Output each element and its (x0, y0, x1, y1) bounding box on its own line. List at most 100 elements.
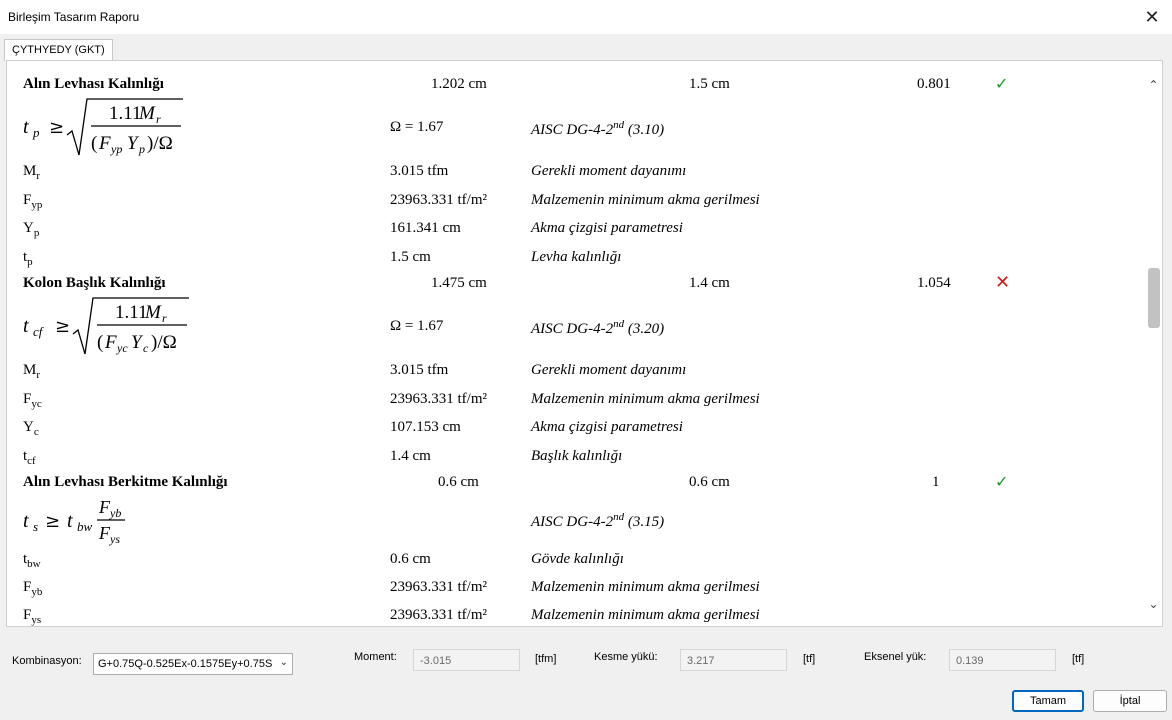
svg-text:p: p (32, 125, 40, 140)
title-bar: Birleşim Tasarım Raporu ✕ (0, 0, 1172, 34)
moment-field[interactable]: -3.015 (413, 649, 520, 671)
svg-text:t: t (67, 510, 73, 532)
section-title: Alın Levhası Berkitme Kalınlığı (23, 474, 228, 490)
param-value: 3.015 tfm (390, 163, 449, 179)
vertical-scrollbar[interactable]: ⌃ ⌄ (1145, 61, 1162, 626)
param-desc: Akma çizgisi parametresi (531, 220, 683, 236)
param-symbol: Fyc (23, 391, 42, 410)
omega-value: Ω = 1.67 (390, 318, 444, 334)
param-symbol: Fys (23, 607, 42, 626)
param-desc: Başlık kalınlığı (531, 448, 623, 464)
omega-value: Ω = 1.67 (390, 119, 444, 135)
scroll-thumb[interactable] (1148, 268, 1160, 328)
param-desc: Malzemenin minimum akma gerilmesi (531, 607, 760, 623)
moment-label: Moment: (354, 651, 397, 663)
param-symbol: Yp (23, 220, 40, 239)
param-value: 23963.331 tf/m² (390, 579, 487, 595)
svg-text:bw: bw (77, 519, 93, 534)
formula-row: t s ≥ t bw F yb F ys AISC DG-4-2nd (3.15… (7, 493, 1147, 549)
svg-text:t: t (23, 510, 29, 532)
scroll-down-icon[interactable]: ⌄ (1145, 594, 1162, 614)
formula-tp: t p ≥ 1.11 M r ( F yp Y p )/Ω (23, 98, 183, 156)
footer-panel: Kombinasyon: G+0.75Q-0.525Ex-0.1575Ey+0.… (0, 628, 1172, 720)
param-desc: Malzemenin minimum akma gerilmesi (531, 192, 760, 208)
param-symbol: tcf (23, 448, 36, 467)
svg-text:≥: ≥ (55, 316, 70, 337)
shear-unit: [tf] (803, 653, 816, 665)
check-icon: ✓ (995, 472, 1009, 491)
param-desc: Malzemenin minimum akma gerilmesi (531, 579, 760, 595)
required-value: 0.6 cm (438, 474, 479, 490)
ratio-value: 1.054 (917, 275, 951, 291)
param-value: 3.015 tfm (390, 362, 449, 378)
svg-text:≥: ≥ (45, 511, 60, 532)
param-value: 23963.331 tf/m² (390, 607, 487, 623)
chevron-down-icon: ⌄ (279, 657, 288, 668)
scroll-up-icon[interactable]: ⌃ (1145, 75, 1162, 95)
formula-row: t p ≥ 1.11 M r ( F yp Y p )/Ω Ω = 1.67 A… (7, 97, 1147, 159)
param-desc: Malzemenin minimum akma gerilmesi (531, 391, 760, 407)
param-value: 107.153 cm (390, 419, 461, 435)
svg-text:cf: cf (33, 324, 45, 339)
svg-text:M: M (144, 302, 162, 323)
section-title: Alın Levhası Kalınlığı (23, 76, 164, 92)
section-title: Kolon Başlık Kalınlığı (23, 275, 166, 291)
param-desc: Gövde kalınlığı (531, 551, 624, 567)
param-value: 1.4 cm (390, 448, 431, 464)
formula-ts: t s ≥ t bw F yb F ys (23, 497, 125, 546)
svg-text:c: c (143, 341, 149, 355)
svg-text:F: F (98, 133, 111, 154)
param-value: 23963.331 tf/m² (390, 391, 487, 407)
svg-text:1.11: 1.11 (115, 302, 148, 323)
moment-unit: [tfm] (535, 653, 557, 665)
svg-text:1.11: 1.11 (109, 103, 142, 124)
svg-text:yp: yp (110, 142, 122, 156)
param-desc: Levha kalınlığı (531, 249, 622, 265)
cancel-button[interactable]: İptal (1093, 690, 1167, 712)
param-symbol: Mr (23, 362, 41, 381)
param-desc: Gerekli moment dayanımı (531, 163, 687, 179)
report-panel[interactable]: Alın Levhası Kalınlığı 1.202 cm 1.5 cm 0… (6, 60, 1163, 627)
check-icon: ✓ (995, 74, 1009, 93)
shear-label: Kesme yükü: (594, 651, 658, 663)
param-desc: Akma çizgisi parametresi (531, 419, 683, 435)
report-content: Alın Levhası Kalınlığı 1.202 cm 1.5 cm 0… (7, 61, 1147, 626)
clipped-row (7, 61, 1147, 65)
svg-text:)/Ω: )/Ω (147, 133, 173, 154)
combination-label: Kombinasyon: (12, 655, 82, 667)
window-title: Birleşim Tasarım Raporu (8, 10, 140, 24)
axial-field[interactable]: 0.139 (949, 649, 1056, 671)
svg-text:t: t (23, 315, 29, 337)
formula-row: t cf ≥ 1.11 M r ( F yc Y c )/Ω Ω = 1.67 … (7, 296, 1147, 358)
svg-text:ys: ys (109, 532, 120, 546)
svg-text:(: ( (91, 133, 97, 154)
param-symbol: tbw (23, 551, 41, 570)
close-icon[interactable]: ✕ (1132, 0, 1172, 34)
param-desc: Gerekli moment dayanımı (531, 362, 687, 378)
param-value: 161.341 cm (390, 220, 461, 236)
provided-value: 1.5 cm (689, 76, 730, 92)
svg-text:p: p (138, 142, 145, 156)
svg-text:yb: yb (109, 506, 121, 520)
svg-text:(: ( (97, 332, 103, 353)
svg-text:r: r (156, 112, 161, 126)
ratio-value: 1 (932, 474, 940, 490)
param-value: 23963.331 tf/m² (390, 192, 487, 208)
combination-select[interactable]: G+0.75Q-0.525Ex-0.1575Ey+0.75S ⌄ (93, 653, 293, 675)
combination-value: G+0.75Q-0.525Ex-0.1575Ey+0.75S (98, 658, 273, 670)
param-symbol: tp (23, 249, 33, 268)
param-value: 1.5 cm (390, 249, 431, 265)
cross-icon: ✕ (995, 272, 1011, 293)
axial-unit: [tf] (1072, 653, 1085, 665)
tab-cythyedy[interactable]: ÇYTHYEDY (GKT) (4, 39, 113, 61)
shear-field[interactable]: 3.217 (680, 649, 787, 671)
svg-text:≥: ≥ (49, 117, 64, 138)
required-value: 1.475 cm (431, 275, 487, 291)
provided-value: 1.4 cm (689, 275, 730, 291)
param-value: 0.6 cm (390, 551, 431, 567)
svg-text:M: M (138, 103, 156, 124)
ok-button[interactable]: Tamam (1012, 690, 1084, 712)
svg-text:yc: yc (116, 341, 128, 355)
param-symbol: Yc (23, 419, 39, 438)
param-symbol: Fyp (23, 192, 43, 211)
